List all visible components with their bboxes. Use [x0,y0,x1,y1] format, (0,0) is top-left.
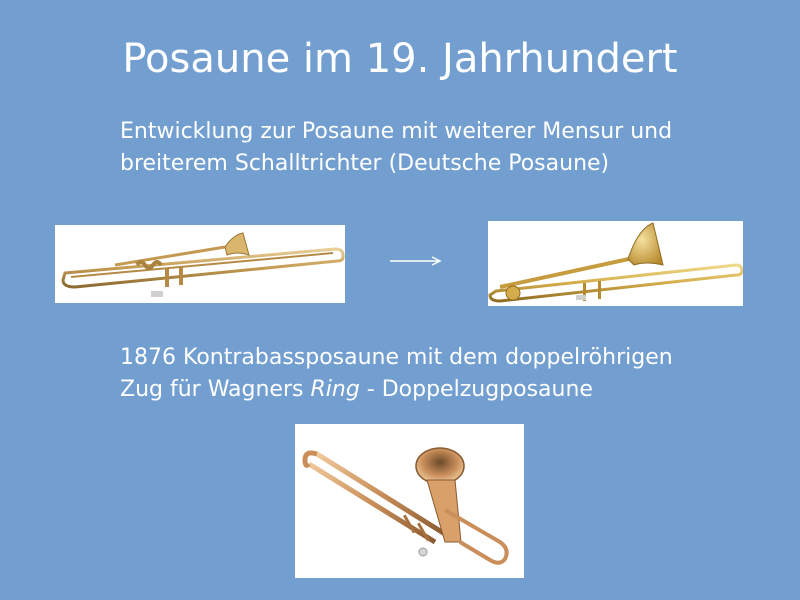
paragraph-contrabass: 1876 Kontrabassposaune mit dem doppelröh… [120,342,740,406]
paragraph-development-line-2: breiterem Schalltrichter (Deutsche Posau… [120,151,610,176]
german-trombone-photo [488,221,743,306]
slide-title: Posaune im 19. Jahrhundert [122,36,678,82]
ring-title: Ring [310,377,360,402]
paragraph-contrabass-line-1: 1876 Kontrabassposaune mit dem doppelröh… [120,345,673,370]
line-2-suffix: - Doppelzugposaune [359,377,593,402]
arrow-right-icon [390,256,442,266]
contrabass-trombone-photo [295,424,524,578]
paragraph-development-line-1: Entwicklung zur Posaune mit weiterer Men… [120,119,673,144]
old-trombone-illustration [61,232,345,297]
line-2-prefix: Zug für Wagners [120,377,311,402]
paragraph-development: Entwicklung zur Posaune mit weiterer Men… [120,116,740,180]
old-trombone-photo [55,225,345,303]
contrabass-trombone-illustration [302,447,509,565]
paragraph-contrabass-line-2: Zug für Wagners Ring - Doppelzugposaune [120,374,740,406]
german-trombone-illustration [488,222,743,303]
